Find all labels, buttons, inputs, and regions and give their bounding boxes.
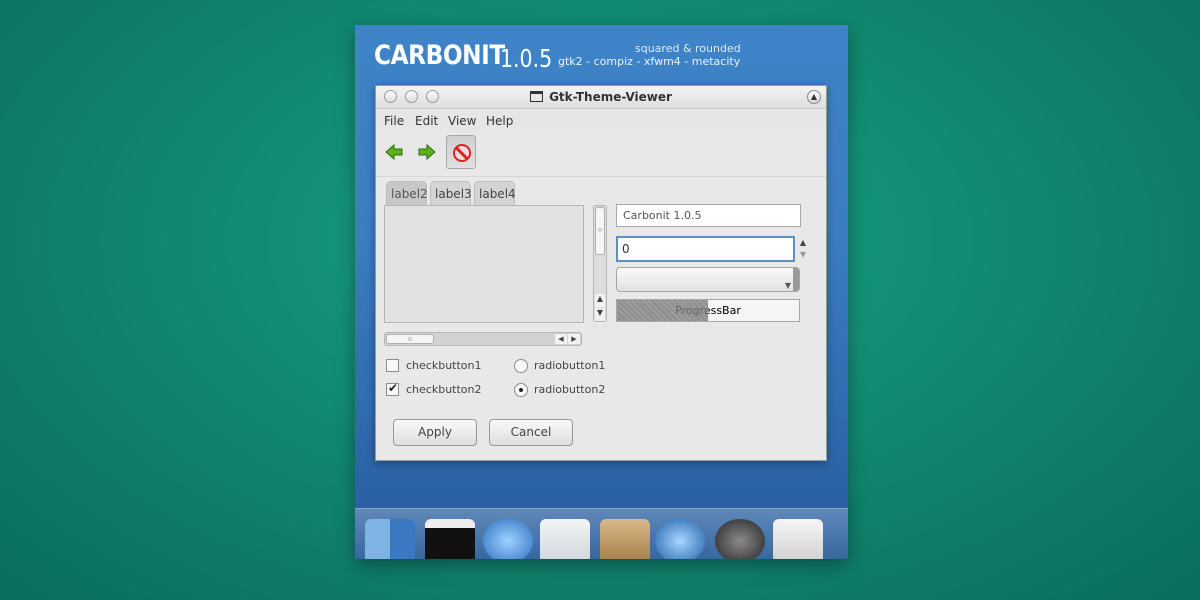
shade-button[interactable]: ▲ (807, 90, 821, 104)
utility-icon[interactable] (773, 519, 823, 559)
scroll-right-icon[interactable]: ▶ (568, 334, 580, 344)
forward-button[interactable] (413, 135, 443, 169)
toolbar (376, 131, 826, 177)
scroll-up-icon[interactable]: ▲ (595, 294, 605, 307)
menu-view[interactable]: View (448, 114, 476, 128)
vertical-scrollbar[interactable]: = ▲ ▼ (593, 205, 607, 322)
horizontal-scroll-thumb[interactable]: ıı (386, 334, 434, 344)
spin-button-input[interactable]: 0 (616, 236, 795, 262)
itunes-icon[interactable] (715, 519, 765, 559)
menu-edit[interactable]: Edit (415, 114, 438, 128)
combo-edge (793, 268, 799, 291)
finder-icon[interactable] (365, 519, 415, 559)
stop-icon (453, 144, 471, 162)
scroll-down-icon[interactable]: ▼ (595, 308, 605, 321)
forward-arrow-icon (418, 144, 436, 160)
checkbox-icon[interactable] (386, 381, 399, 396)
quicktime-icon[interactable] (655, 519, 705, 559)
radio-icon[interactable] (514, 383, 528, 397)
scroll-left-icon[interactable]: ◀ (555, 334, 567, 344)
menu-help[interactable]: Help (486, 114, 513, 128)
radio-icon[interactable] (514, 359, 528, 373)
titlebar[interactable]: Gtk-Theme-Viewer ▲ (376, 86, 826, 109)
package-icon[interactable] (600, 519, 650, 559)
window-title: Gtk-Theme-Viewer (376, 90, 826, 104)
vertical-scroll-thumb[interactable]: = (595, 207, 605, 255)
checkbutton1-label: checkbutton1 (406, 359, 482, 372)
cancel-button[interactable]: Cancel (489, 419, 573, 446)
spin-up-icon[interactable]: ▲ (798, 237, 808, 249)
brand-title: CARBONIT (374, 40, 505, 71)
progress-bar: ProgressBar (616, 299, 800, 322)
text-entry[interactable]: Carbonit 1.0.5 (616, 204, 801, 227)
window-title-text: Gtk-Theme-Viewer (549, 90, 672, 104)
tagline: squared & rounded (635, 42, 741, 55)
radiobutton1-label: radiobutton1 (534, 359, 606, 372)
mail-icon[interactable] (540, 519, 590, 559)
back-arrow-icon (385, 144, 403, 160)
radiobutton2-label: radiobutton2 (534, 383, 606, 396)
safari-icon[interactable] (483, 519, 533, 559)
apply-button[interactable]: Apply (393, 419, 477, 446)
platform-list: gtk2 - compiz - xfwm4 - metacity (558, 55, 741, 68)
terminal-icon[interactable] (425, 519, 475, 559)
back-button[interactable] (380, 135, 410, 169)
menubar: File Edit View Help (376, 109, 826, 131)
menu-file[interactable]: File (384, 114, 404, 128)
tab-label4[interactable]: label4 (474, 181, 516, 205)
horizontal-scrollbar[interactable]: ıı ◀ ▶ (384, 332, 582, 346)
spin-down-icon[interactable]: ▼ (798, 249, 808, 261)
brand-version: 1.0.5 (500, 44, 553, 73)
tab-label2[interactable]: label2 (386, 181, 428, 205)
tab-pane (384, 205, 584, 323)
window-icon (530, 91, 544, 102)
theme-preview: CARBONIT 1.0.5 squared & rounded gtk2 - … (355, 25, 848, 559)
spin-arrows[interactable]: ▲ ▼ (798, 237, 808, 261)
tab-label3[interactable]: label3 (430, 181, 472, 205)
checkbox-icon[interactable] (386, 359, 399, 372)
gtk-theme-viewer-window: Gtk-Theme-Viewer ▲ File Edit View Help l… (375, 85, 827, 461)
chevron-down-icon: ▼ (784, 281, 791, 290)
stop-button[interactable] (446, 135, 476, 169)
combo-box[interactable]: ▼ (616, 267, 800, 292)
dock (355, 508, 848, 559)
progress-label: ProgressBar (675, 304, 741, 317)
checkbutton2-label: checkbutton2 (406, 383, 482, 396)
